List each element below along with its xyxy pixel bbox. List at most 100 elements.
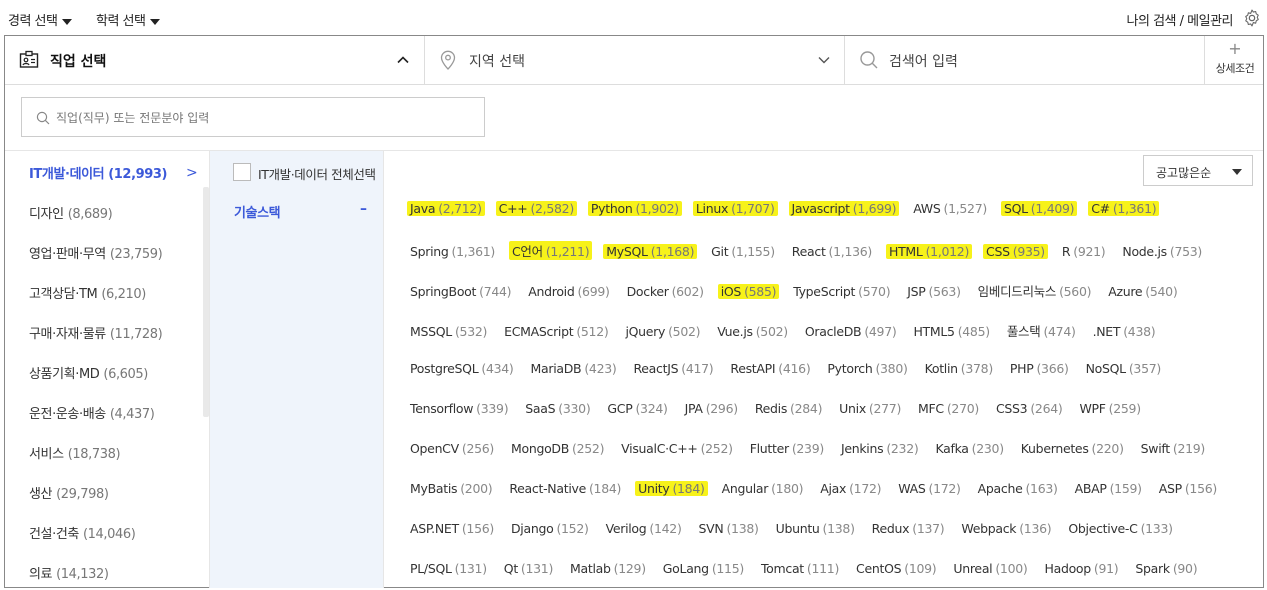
tech-chip[interactable]: CSS3 (264)	[996, 401, 1063, 416]
tech-chip[interactable]: AWS (1,527)	[913, 201, 987, 216]
tech-chip[interactable]: VisualC·C++ (252)	[621, 441, 733, 456]
education-select-dropdown[interactable]: 학력 선택	[96, 10, 161, 29]
tech-chip[interactable]: Webpack (136)	[961, 521, 1051, 536]
tech-chip[interactable]: Flutter (239)	[750, 441, 825, 456]
category-item[interactable]: 건설·건축 (14,046)	[29, 523, 136, 542]
tech-chip[interactable]: MongoDB (252)	[511, 441, 604, 456]
tech-chip[interactable]: .NET (438)	[1093, 324, 1156, 339]
job-select-dropdown[interactable]: 직업 선택	[5, 36, 425, 84]
tech-chip[interactable]: Objective-C (133)	[1068, 521, 1173, 536]
tech-chip[interactable]: Tensorflow (339)	[410, 401, 509, 416]
tech-chip[interactable]: Linux (1,707)	[692, 201, 778, 216]
tech-chip[interactable]: WAS (172)	[898, 481, 961, 496]
tech-chip[interactable]: SVN (138)	[699, 521, 759, 536]
tech-chip[interactable]: Swift (219)	[1141, 441, 1206, 456]
collapse-minus-icon[interactable]: –	[360, 201, 367, 217]
category-item[interactable]: IT개발·데이터 (12,993)	[29, 163, 168, 182]
region-select-dropdown[interactable]: 지역 선택	[425, 36, 845, 84]
tech-chip[interactable]: HTML (1,012)	[886, 244, 973, 259]
tech-chip[interactable]: SaaS (330)	[525, 401, 590, 416]
tech-chip[interactable]: MSSQL (532)	[410, 324, 487, 339]
career-select-dropdown[interactable]: 경력 선택	[8, 10, 73, 29]
category-item[interactable]: 서비스 (18,738)	[29, 443, 121, 462]
tech-chip[interactable]: Spark (90)	[1135, 561, 1197, 576]
tech-chip[interactable]: ASP (156)	[1159, 481, 1218, 496]
tech-chip[interactable]: JSP (563)	[907, 284, 961, 299]
tech-chip[interactable]: MariaDB (423)	[531, 361, 617, 376]
tech-chip[interactable]: Java (2,712)	[407, 201, 485, 216]
tech-chip[interactable]: GCP (324)	[607, 401, 667, 416]
tech-chip[interactable]: React-Native (184)	[509, 481, 621, 496]
tech-chip[interactable]: MFC (270)	[918, 401, 979, 416]
tech-chip[interactable]: C언어 (1,211)	[509, 241, 593, 260]
tech-chip[interactable]: Jenkins (232)	[841, 441, 919, 456]
tech-chip[interactable]: React (1,136)	[792, 244, 873, 259]
tech-chip[interactable]: MySQL (1,168)	[603, 244, 698, 259]
category-item[interactable]: 영업·판매·무역 (23,759)	[29, 243, 163, 262]
tech-chip[interactable]: PL/SQL (131)	[410, 561, 487, 576]
tech-chip[interactable]: HTML5 (485)	[913, 324, 990, 339]
sort-dropdown[interactable]: 공고많은순	[1143, 155, 1253, 186]
tech-chip[interactable]: Spring (1,361)	[410, 244, 495, 259]
tech-chip[interactable]: Verilog (142)	[606, 521, 682, 536]
tech-chip[interactable]: SpringBoot (744)	[410, 284, 512, 299]
job-search-input[interactable]: 직업(직무) 또는 전문분야 입력	[21, 97, 485, 137]
tech-chip[interactable]: Unity (184)	[635, 481, 708, 496]
tech-chip[interactable]: iOS (585)	[717, 284, 780, 299]
my-search-link[interactable]: 나의 검색 / 메일관리	[1127, 10, 1234, 29]
tech-chip[interactable]: Kafka (230)	[935, 441, 1004, 456]
tech-chip[interactable]: RestAPI (416)	[730, 361, 810, 376]
tech-chip[interactable]: R (921)	[1062, 244, 1106, 259]
tech-chip[interactable]: Kotlin (378)	[925, 361, 994, 376]
tech-chip[interactable]: Ajax (172)	[820, 481, 881, 496]
tech-chip[interactable]: MyBatis (200)	[410, 481, 493, 496]
gear-icon[interactable]	[1242, 8, 1262, 28]
tech-chip[interactable]: Apache (163)	[978, 481, 1058, 496]
tech-chip[interactable]: jQuery (502)	[625, 324, 700, 339]
tech-chip[interactable]: Matlab (129)	[570, 561, 646, 576]
tech-chip[interactable]: TypeScript (570)	[793, 284, 890, 299]
tech-chip[interactable]: Django (152)	[511, 521, 589, 536]
tech-chip[interactable]: Unix (277)	[839, 401, 901, 416]
category-scrollbar[interactable]	[203, 187, 209, 417]
category-item[interactable]: 운전·운송·배송 (4,437)	[29, 403, 155, 422]
category-item[interactable]: 고객상담·TM (6,210)	[29, 283, 146, 302]
tech-chip[interactable]: 임베디드리눅스 (560)	[978, 281, 1092, 300]
tech-chip[interactable]: OpenCV (256)	[410, 441, 494, 456]
tech-chip[interactable]: ReactJS (417)	[633, 361, 713, 376]
tech-chip[interactable]: Angular (180)	[722, 481, 804, 496]
tech-chip[interactable]: Redis (284)	[755, 401, 823, 416]
tech-chip[interactable]: ASP.NET (156)	[410, 521, 494, 536]
tech-chip[interactable]: ECMAScript (512)	[504, 324, 609, 339]
tech-chip[interactable]: WPF (259)	[1079, 401, 1141, 416]
tech-chip[interactable]: PHP (366)	[1010, 361, 1069, 376]
tech-chip[interactable]: C++ (2,582)	[495, 201, 577, 216]
tech-chip[interactable]: Qt (131)	[504, 561, 554, 576]
tech-chip[interactable]: OracleDB (497)	[805, 324, 897, 339]
tech-chip[interactable]: Python (1,902)	[587, 201, 682, 216]
tech-chip[interactable]: Javascript (1,699)	[788, 201, 900, 216]
tech-chip[interactable]: Unreal (100)	[953, 561, 1027, 576]
tech-chip[interactable]: Pytorch (380)	[827, 361, 907, 376]
detail-conditions-button[interactable]: + 상세조건	[1204, 36, 1264, 84]
tech-chip[interactable]: GoLang (115)	[663, 561, 744, 576]
tech-chip[interactable]: Node.js (753)	[1122, 244, 1202, 259]
tech-chip[interactable]: PostgreSQL (434)	[410, 361, 514, 376]
category-item[interactable]: 생산 (29,798)	[29, 483, 109, 502]
tech-chip[interactable]: Azure (540)	[1108, 284, 1178, 299]
tech-chip[interactable]: NoSQL (357)	[1086, 361, 1162, 376]
tech-chip[interactable]: CentOS (109)	[856, 561, 937, 576]
tech-chip[interactable]: Hadoop (91)	[1044, 561, 1118, 576]
tech-chip[interactable]: Vue.js (502)	[717, 324, 788, 339]
tech-chip[interactable]: ABAP (159)	[1075, 481, 1142, 496]
tech-chip[interactable]: 풀스택 (474)	[1007, 321, 1076, 340]
tech-chip[interactable]: JPA (296)	[685, 401, 739, 416]
subcategory-tech-stack[interactable]: 기술스택	[234, 202, 281, 221]
category-item[interactable]: 구매·자재·물류 (11,728)	[29, 323, 163, 342]
select-all-checkbox[interactable]	[233, 163, 251, 181]
tech-chip[interactable]: SQL (1,409)	[1000, 201, 1078, 216]
tech-chip[interactable]: Docker (602)	[627, 284, 704, 299]
category-item[interactable]: 상품기획·MD (6,605)	[29, 363, 148, 382]
keyword-search-input[interactable]: 검색어 입력	[845, 36, 1205, 84]
tech-chip[interactable]: Ubuntu (138)	[776, 521, 855, 536]
